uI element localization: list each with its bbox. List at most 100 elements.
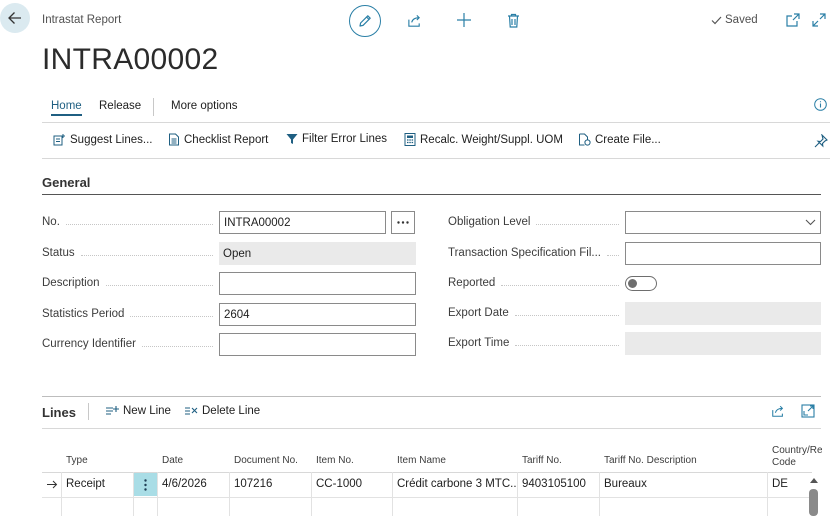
col-item-name[interactable]: Item Name — [397, 455, 446, 466]
tab-more-options[interactable]: More options — [171, 100, 237, 112]
delete-button[interactable] — [504, 11, 522, 29]
checklist-report-button[interactable]: Checklist Report — [168, 133, 268, 146]
statistics-period-label-text: Statistics Period — [42, 308, 125, 320]
reported-label: Reported — [448, 272, 625, 294]
vertical-ellipsis-icon — [144, 478, 147, 491]
pin-action-bar-button[interactable] — [814, 134, 828, 148]
scroll-up-icon[interactable] — [810, 478, 818, 483]
check-icon — [711, 16, 722, 24]
export-time-label-text: Export Time — [448, 337, 510, 349]
statistics-period-field[interactable]: 2604 — [219, 303, 416, 326]
lines-top-divider — [42, 396, 821, 397]
lines-share-button[interactable] — [771, 404, 785, 418]
status-label: Status — [42, 242, 219, 264]
open-new-window-button[interactable] — [784, 11, 802, 29]
cell-item-no[interactable]: CC-1000 — [316, 478, 391, 490]
obligation-level-select[interactable] — [625, 211, 821, 234]
calculator-icon — [404, 133, 416, 146]
transaction-spec-label: Transaction Specification Fil... — [448, 242, 625, 264]
create-file-icon — [579, 133, 591, 146]
obligation-level-label: Obligation Level — [448, 211, 625, 233]
lines-expand-button[interactable] — [801, 404, 815, 418]
export-time-field — [625, 332, 821, 355]
pin-icon — [814, 134, 828, 148]
statistics-period-label: Statistics Period — [42, 303, 219, 325]
share-icon — [407, 14, 420, 27]
currency-identifier-field[interactable] — [219, 333, 416, 356]
delete-line-button[interactable]: Delete Line — [184, 405, 260, 417]
recalc-weight-label: Recalc. Weight/Suppl. UOM — [420, 133, 563, 146]
info-button[interactable] — [814, 98, 827, 111]
reported-toggle[interactable] — [625, 276, 657, 291]
trash-icon — [507, 13, 519, 28]
arrow-left-icon — [8, 12, 21, 24]
edit-button[interactable] — [349, 5, 381, 37]
tab-separator — [153, 98, 154, 116]
cell-date[interactable]: 4/6/2026 — [162, 478, 228, 490]
page-title: INTRA00002 — [42, 43, 219, 76]
no-label: No. — [42, 211, 219, 233]
general-section-title: General — [42, 175, 91, 190]
expand-button[interactable] — [810, 11, 828, 29]
reported-label-text: Reported — [448, 277, 496, 289]
row-indicator-icon — [47, 480, 58, 489]
col-date[interactable]: Date — [162, 455, 183, 466]
cell-type[interactable]: Receipt — [66, 478, 131, 490]
col-item-no[interactable]: Item No. — [316, 455, 354, 466]
no-label-text: No. — [42, 216, 60, 228]
filter-error-lines-button[interactable]: Filter Error Lines — [286, 133, 387, 145]
scrollbar-thumb[interactable] — [809, 489, 818, 516]
col-country-line2[interactable]: Code — [772, 457, 796, 468]
expand-icon — [801, 404, 815, 418]
checklist-report-label: Checklist Report — [184, 133, 269, 146]
action-bar-bottom-line — [42, 158, 830, 159]
suggest-lines-icon — [53, 134, 65, 146]
report-icon — [169, 133, 179, 146]
new-line-label: New Line — [123, 405, 171, 417]
pencil-icon — [359, 15, 371, 27]
delete-line-icon — [185, 407, 198, 415]
new-button[interactable] — [455, 11, 473, 29]
toggle-knob — [628, 279, 637, 288]
cell-tariff-description[interactable]: Bureaux — [604, 478, 764, 490]
tab-home[interactable]: Home — [51, 100, 82, 116]
export-date-label-text: Export Date — [448, 307, 509, 319]
col-tariff-no[interactable]: Tariff No. — [522, 455, 562, 466]
row-actions-button[interactable] — [134, 473, 157, 496]
col-type[interactable]: Type — [66, 455, 88, 466]
no-field[interactable]: INTRA00002 — [219, 211, 386, 234]
create-file-button[interactable]: Create File... — [578, 133, 661, 146]
action-bar-top-line — [42, 122, 830, 123]
col-country-line1[interactable]: Country/Re — [772, 445, 822, 456]
currency-identifier-label: Currency Identifier — [42, 333, 219, 355]
filter-error-lines-label: Filter Error Lines — [302, 133, 387, 145]
open-new-window-icon — [786, 13, 800, 27]
cell-country[interactable]: DE — [772, 478, 802, 490]
back-button[interactable] — [0, 3, 30, 33]
breadcrumb: Intrastat Report — [42, 14, 122, 26]
plus-icon — [457, 13, 471, 27]
description-label: Description — [42, 272, 219, 294]
new-line-button[interactable]: New Line — [105, 405, 171, 417]
transaction-spec-field[interactable] — [625, 242, 821, 265]
info-icon — [814, 98, 827, 111]
currency-identifier-label-text: Currency Identifier — [42, 338, 136, 350]
share-button[interactable] — [405, 11, 423, 29]
delete-line-label: Delete Line — [202, 405, 261, 417]
export-date-label: Export Date — [448, 302, 625, 324]
filter-icon — [286, 134, 298, 144]
col-document-no[interactable]: Document No. — [234, 455, 298, 466]
recalc-weight-button[interactable]: Recalc. Weight/Suppl. UOM — [404, 133, 563, 146]
description-field[interactable] — [219, 272, 416, 295]
cell-document-no[interactable]: 107216 — [234, 478, 310, 490]
cell-tariff-no[interactable]: 9403105100 — [522, 478, 598, 490]
status-label-text: Status — [42, 247, 75, 259]
tab-release[interactable]: Release — [99, 100, 141, 112]
no-assist-edit-button[interactable] — [391, 211, 415, 234]
cell-item-name[interactable]: Crédit carbone 3 MTC... — [397, 478, 516, 490]
col-tariff-description[interactable]: Tariff No. Description — [604, 455, 697, 466]
export-date-field — [625, 302, 821, 325]
ellipsis-icon — [397, 221, 409, 224]
suggest-lines-button[interactable]: Suggest Lines... — [53, 133, 152, 146]
transaction-spec-label-text: Transaction Specification Fil... — [448, 247, 601, 259]
